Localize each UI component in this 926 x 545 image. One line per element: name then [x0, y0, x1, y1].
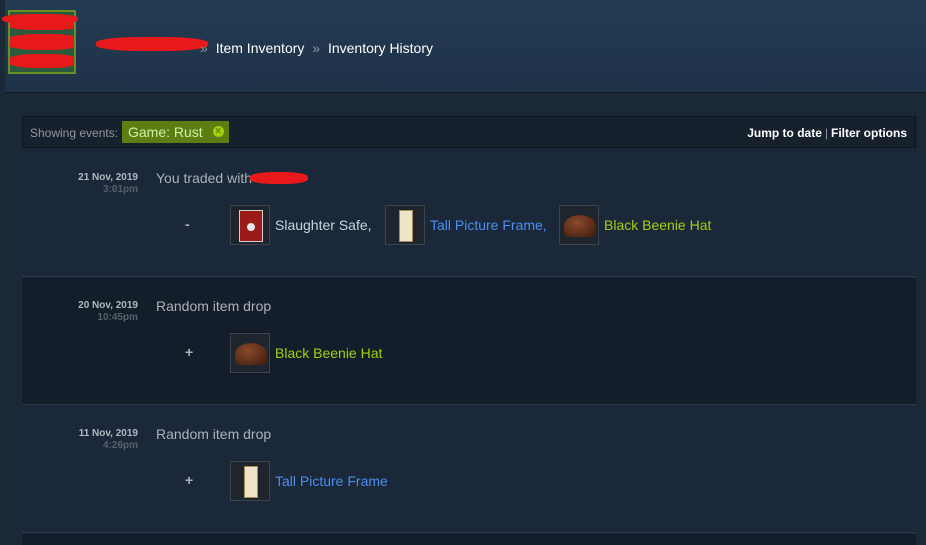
showing-events-label: Showing events: [30, 126, 119, 140]
item-entry[interactable]: Black Beenie Hat [230, 332, 382, 374]
history-row: 11 Nov, 2019 4:26pm Random item drop + T… [22, 406, 916, 533]
redaction-mark [2, 14, 78, 24]
link-separator: | [824, 126, 828, 140]
safe-graphic [239, 210, 263, 242]
item-entry[interactable]: Black Beenie Hat [559, 204, 711, 246]
redaction-mark [250, 172, 308, 184]
frame-icon[interactable] [385, 205, 425, 245]
hat-icon[interactable] [230, 333, 270, 373]
event-sign: + [185, 344, 194, 360]
item-name[interactable]: Black Beenie Hat [275, 345, 382, 361]
item-entry[interactable]: Tall Picture Frame [230, 460, 388, 502]
safe-dial [247, 223, 255, 231]
hat-icon[interactable] [559, 205, 599, 245]
event-sign: - [185, 216, 190, 232]
history-row: 20 Nov, 2019 10:45pm Random item drop + … [22, 278, 916, 405]
event-date: 21 Nov, 2019 [78, 172, 138, 183]
frame-graphic [399, 210, 413, 242]
event-date: 11 Nov, 2019 [78, 428, 138, 439]
jump-to-date-link[interactable]: Jump to date [747, 126, 822, 140]
event-description: Random item drop [156, 298, 272, 314]
remove-filter-icon[interactable]: × [212, 126, 224, 137]
filter-options-link[interactable]: Filter options [831, 126, 907, 140]
event-time: 10:45pm [97, 312, 138, 323]
event-description: Random item drop [156, 426, 272, 442]
hat-graphic [235, 343, 267, 365]
event-time: 4:26pm [102, 440, 138, 451]
item-name[interactable]: Tall Picture Frame [275, 473, 388, 489]
safe-icon[interactable] [230, 205, 270, 245]
item-name[interactable]: Slaughter Safe, [275, 217, 372, 233]
history-row-partial [22, 534, 916, 545]
breadcrumb-separator: » [200, 40, 208, 56]
redaction-mark [10, 34, 74, 50]
breadcrumb-separator: » [312, 40, 321, 56]
event-description: You traded with [156, 170, 252, 186]
event-sign: + [185, 472, 194, 488]
item-name[interactable]: Black Beenie Hat [604, 217, 711, 233]
breadcrumb-item-inventory[interactable]: Item Inventory [216, 40, 305, 56]
game-filter-label: Game: Rust [128, 124, 203, 140]
breadcrumb-inventory-history[interactable]: Inventory History [328, 40, 433, 56]
filter-links: Jump to date | Filter options [747, 126, 907, 140]
item-entry[interactable]: Tall Picture Frame, [385, 204, 547, 246]
item-entry[interactable]: Slaughter Safe, [230, 204, 372, 246]
history-row: 21 Nov, 2019 3:01pm You traded with - Sl… [22, 150, 916, 277]
frame-graphic [244, 466, 258, 498]
event-time: 3:01pm [102, 184, 138, 195]
frame-icon[interactable] [230, 461, 270, 501]
breadcrumb: » Item Inventory » Inventory History [92, 40, 433, 60]
event-filter-bar: Showing events: Game: Rust × Jump to dat… [22, 116, 916, 148]
hat-graphic [564, 215, 596, 237]
item-name[interactable]: Tall Picture Frame, [430, 217, 547, 233]
game-filter-chip[interactable]: Game: Rust × [122, 121, 229, 143]
event-date: 20 Nov, 2019 [78, 300, 138, 311]
redaction-mark [10, 54, 74, 68]
